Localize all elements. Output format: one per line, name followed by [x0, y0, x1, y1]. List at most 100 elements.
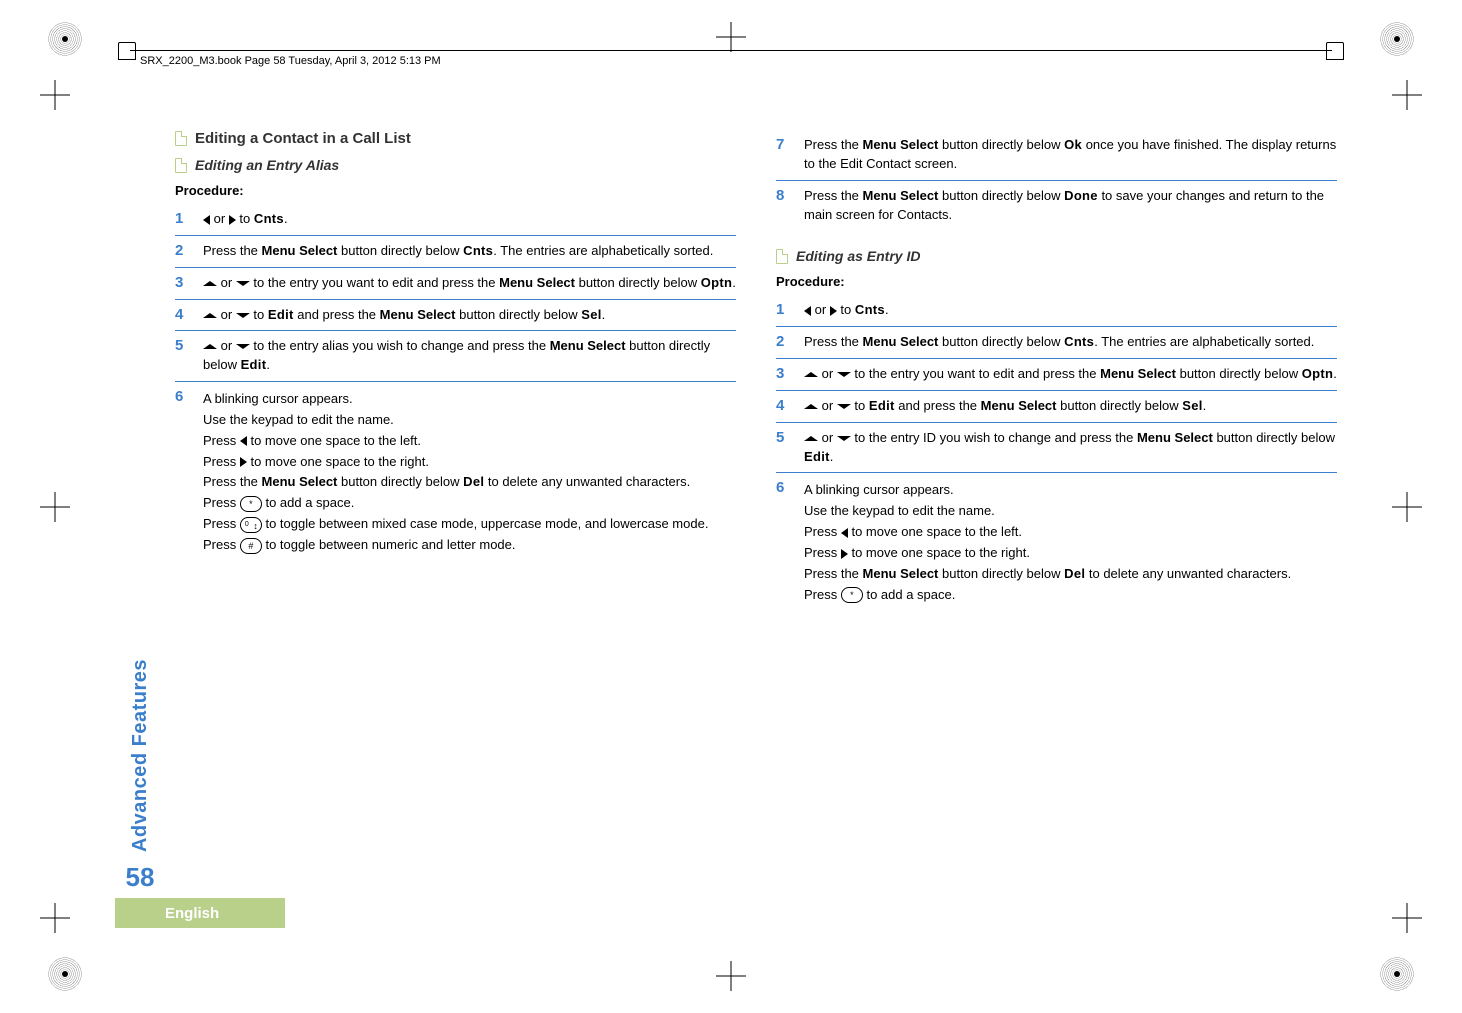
step-text: or — [217, 338, 236, 353]
step-number: 4 — [776, 397, 792, 416]
step-text: Press — [804, 587, 841, 602]
page-icon — [175, 158, 187, 173]
step-text: to delete any unwanted characters. — [1085, 566, 1291, 581]
button-ref: Menu Select — [1137, 430, 1213, 445]
step-text: Press the — [804, 188, 863, 203]
crop-mark-icon — [1392, 80, 1422, 110]
step-3: 3 or to the entry you want to edit and p… — [175, 267, 736, 299]
step-number: 3 — [776, 365, 792, 384]
step-text: button directly below — [456, 307, 582, 322]
step-1: 1 or to Cnts. — [175, 204, 736, 235]
display-label: Del — [1064, 566, 1085, 581]
step-text: to the entry alias you wish to change an… — [250, 338, 550, 353]
step-text: to — [236, 211, 254, 226]
step-text: to move one space to the right. — [848, 545, 1030, 560]
running-header: SRX_2200_M3.book Page 58 Tuesday, April … — [140, 55, 441, 67]
down-arrow-icon — [236, 313, 250, 318]
step-text: to move one space to the right. — [247, 454, 429, 469]
button-ref: Menu Select — [863, 566, 939, 581]
language-tab: English — [115, 898, 285, 928]
section-title: Advanced Features — [129, 659, 152, 852]
crop-mark-icon — [40, 80, 70, 110]
crop-mark-icon — [40, 492, 70, 522]
step-text: to add a space. — [863, 587, 956, 602]
down-arrow-icon — [837, 436, 851, 441]
step-text: Press — [804, 524, 841, 539]
display-label: Sel — [581, 307, 601, 322]
procedure-label: Procedure: — [175, 183, 736, 198]
step-text: to move one space to the left. — [848, 524, 1022, 539]
step-text: to — [837, 302, 855, 317]
step-text: Press — [203, 433, 240, 448]
step-number: 8 — [776, 187, 792, 225]
step-text: or — [217, 275, 236, 290]
left-column: Editing a Contact in a Call List Editing… — [175, 130, 736, 883]
step-text: Press the — [804, 137, 863, 152]
step-text: button directly below — [938, 188, 1064, 203]
step-8: 8 Press the Menu Select button directly … — [776, 180, 1337, 231]
display-label: Optn — [701, 275, 733, 290]
step-text: or — [210, 211, 229, 226]
binder-cap-icon — [118, 42, 136, 60]
crop-mark-icon — [716, 22, 746, 52]
crop-mark-icon — [1392, 903, 1422, 933]
left-arrow-icon — [203, 215, 210, 225]
step-text: button directly below — [938, 566, 1064, 581]
right-arrow-icon — [229, 215, 236, 225]
step-number: 7 — [776, 136, 792, 174]
star-key-icon: * — [841, 587, 863, 603]
crop-mark-icon — [1392, 492, 1422, 522]
right-arrow-icon — [830, 306, 837, 316]
step-number: 6 — [776, 479, 792, 606]
step-text: button directly below — [337, 243, 463, 258]
step-text: Press the — [804, 566, 863, 581]
display-label: Edit — [804, 449, 830, 464]
up-arrow-icon — [203, 313, 217, 318]
step-text: . — [602, 307, 606, 322]
step-number: 5 — [776, 429, 792, 467]
step-text: or — [818, 398, 837, 413]
button-ref: Menu Select — [499, 275, 575, 290]
page-number: 58 — [126, 862, 155, 893]
step-6: 6 A blinking cursor appears. Use the key… — [776, 472, 1337, 612]
page-icon — [175, 131, 187, 146]
step-text: Press — [203, 516, 240, 531]
heading-edit-alias: Editing an Entry Alias — [195, 157, 339, 173]
step-text: . — [732, 275, 736, 290]
down-arrow-icon — [837, 404, 851, 409]
heading-edit-entry-id: Editing as Entry ID — [796, 248, 920, 264]
step-text: Press the — [203, 243, 262, 258]
step-text: A blinking cursor appears. — [804, 481, 1337, 500]
display-label: Ok — [1064, 137, 1082, 152]
step-text: to — [851, 398, 869, 413]
step-text: Press the — [804, 334, 863, 349]
step-text: or — [818, 430, 837, 445]
step-number: 2 — [175, 242, 191, 261]
step-text: to delete any unwanted characters. — [484, 474, 690, 489]
left-arrow-icon — [804, 306, 811, 316]
registration-mark-icon — [48, 957, 82, 991]
step-number: 2 — [776, 333, 792, 352]
step-text: Press — [804, 545, 841, 560]
step-text: button directly below — [1057, 398, 1183, 413]
step-text: Press — [203, 495, 240, 510]
step-3: 3 or to the entry you want to edit and p… — [776, 358, 1337, 390]
header-rule — [130, 50, 1332, 51]
step-text: to add a space. — [262, 495, 355, 510]
button-ref: Menu Select — [550, 338, 626, 353]
step-text: Press — [203, 537, 240, 552]
down-arrow-icon — [837, 372, 851, 377]
right-arrow-icon — [841, 549, 848, 559]
registration-mark-icon — [1380, 22, 1414, 56]
procedure-label: Procedure: — [776, 274, 1337, 289]
down-arrow-icon — [236, 281, 250, 286]
left-arrow-icon — [841, 528, 848, 538]
hash-key-icon: # — [240, 538, 262, 554]
up-arrow-icon — [804, 404, 818, 409]
registration-mark-icon — [1380, 957, 1414, 991]
display-label: Done — [1064, 188, 1098, 203]
step-number: 5 — [175, 337, 191, 375]
step-text: . — [885, 302, 889, 317]
down-arrow-icon — [236, 344, 250, 349]
sidebar: Advanced Features 58 — [115, 659, 165, 893]
